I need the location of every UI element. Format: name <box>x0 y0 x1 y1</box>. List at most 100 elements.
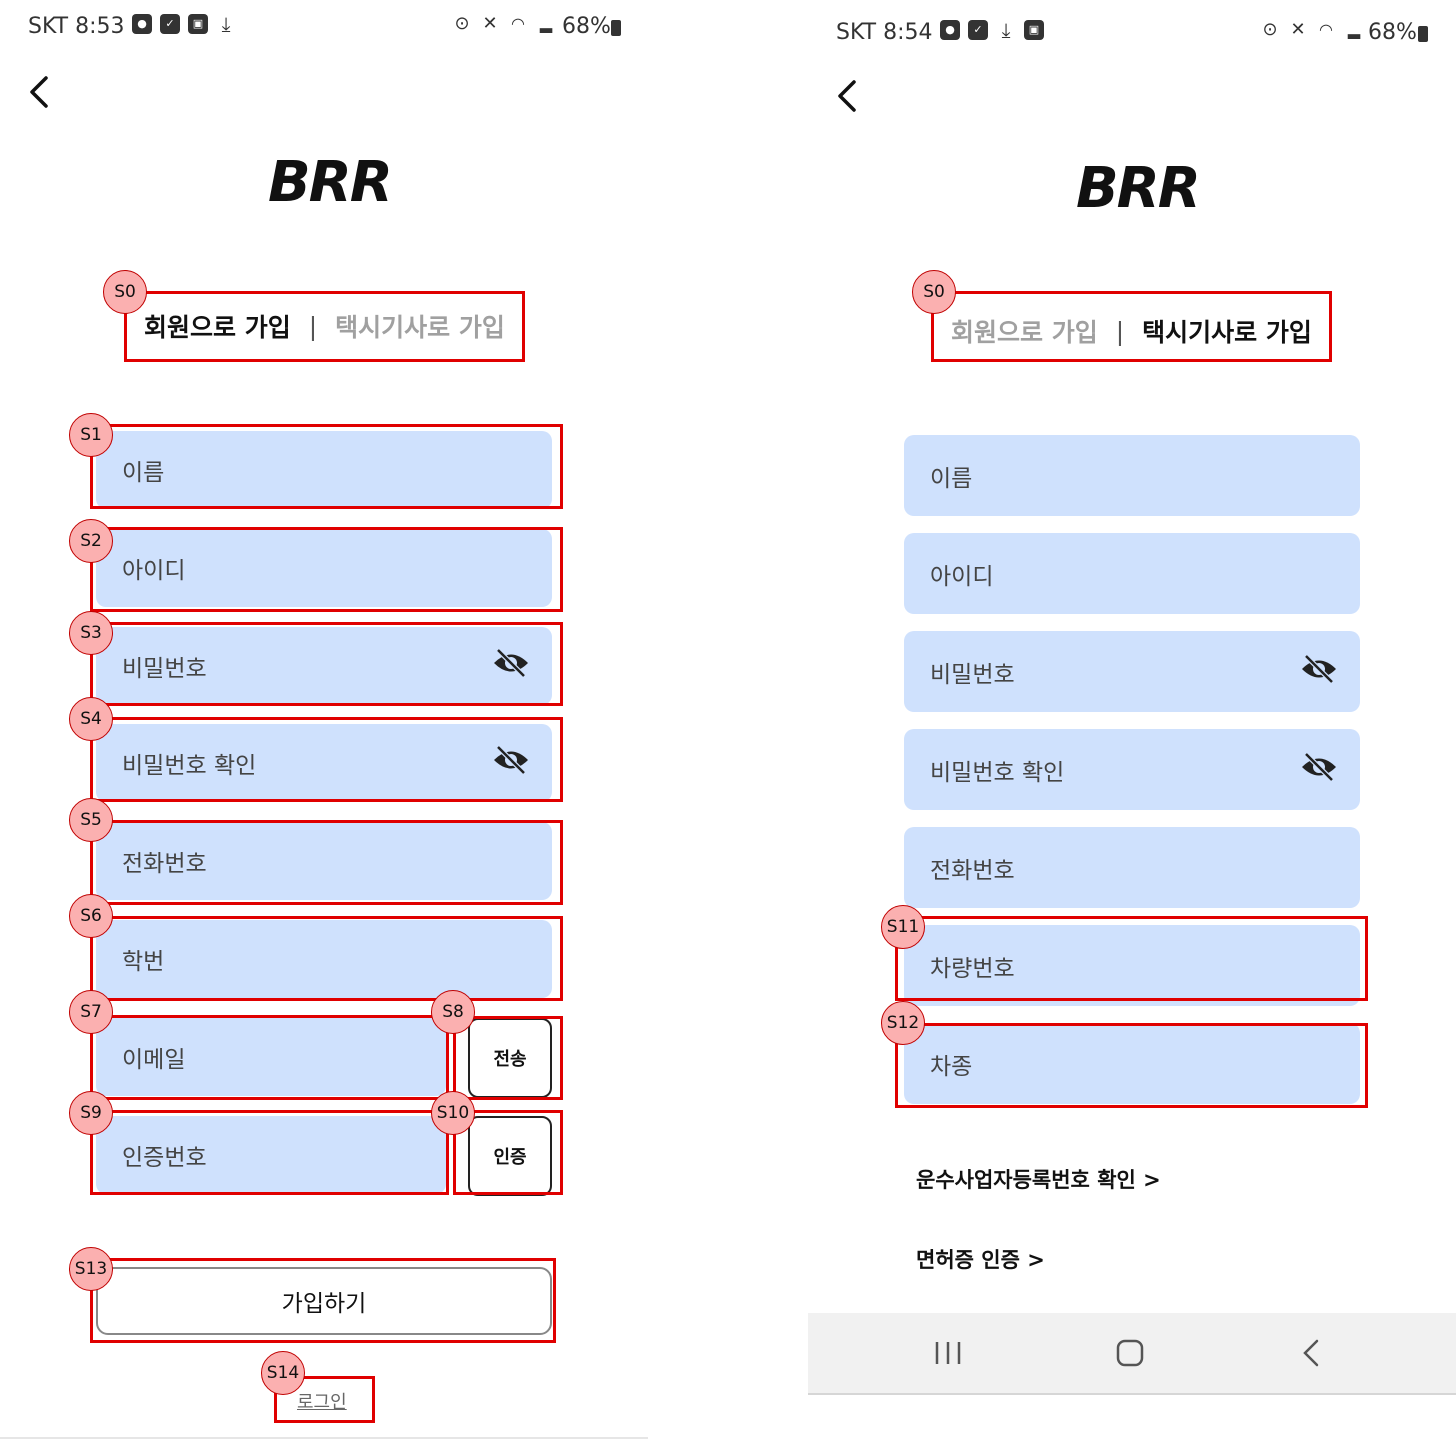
signup-type-tabs: 회원으로 가입 | 택시기사로 가입 <box>144 308 505 344</box>
annotation-badge: S11 <box>881 905 925 949</box>
back-button[interactable] <box>830 76 870 120</box>
password-field[interactable]: 비밀번호 <box>96 627 552 705</box>
student-id-field[interactable]: 학번 <box>96 920 552 998</box>
tab-member-signup[interactable]: 회원으로 가입 <box>144 308 291 344</box>
license-verification-link[interactable]: 면허증 인증 > <box>916 1244 1045 1274</box>
signal-icon: ▂ <box>539 14 553 33</box>
annotation-badge: S10 <box>431 1091 475 1135</box>
annotation-badge: S8 <box>431 990 475 1034</box>
phone-field[interactable]: 전화번호 <box>96 822 552 900</box>
name-field[interactable]: 이름 <box>904 435 1360 516</box>
recent-apps-button[interactable] <box>928 1333 968 1373</box>
id-placeholder: 아이디 <box>122 558 186 584</box>
back-button[interactable] <box>22 72 62 116</box>
password-confirm-field[interactable]: 비밀번호 확인 <box>96 724 552 802</box>
eye-off-icon[interactable] <box>1300 653 1338 690</box>
name-field[interactable]: 이름 <box>96 431 552 509</box>
system-icons: ⊙ ✕ ◠ ▂ <box>1260 20 1364 40</box>
annotation-badge: S14 <box>261 1351 305 1395</box>
gallery-icon: ▣ <box>1024 20 1044 40</box>
mute-icon: ✕ <box>482 13 498 34</box>
id-placeholder: 아이디 <box>930 563 994 590</box>
annotation-badge: S12 <box>881 1001 925 1045</box>
tab-driver-signup[interactable]: 택시기사로 가입 <box>1142 313 1312 349</box>
eye-off-icon[interactable] <box>1300 751 1338 788</box>
signup-type-tabs: 회원으로 가입 | 택시기사로 가입 <box>951 313 1312 349</box>
tab-member-signup[interactable]: 회원으로 가입 <box>951 313 1098 349</box>
download-icon: ⤓ <box>1001 18 1011 42</box>
wifi-icon: ◠ <box>511 14 525 33</box>
download-icon: ⤓ <box>221 12 231 36</box>
student-id-placeholder: 학번 <box>122 949 165 975</box>
checkbox-icon: ✓ <box>968 20 988 40</box>
password-confirm-placeholder: 비밀번호 확인 <box>122 753 257 779</box>
name-placeholder: 이름 <box>122 460 165 486</box>
chevron-left-icon <box>838 80 856 112</box>
system-icons: ⊙ ✕ ◠ ▂ <box>452 14 556 34</box>
email-field[interactable]: 이메일 <box>96 1018 446 1096</box>
annotation-badge: S2 <box>69 519 113 563</box>
auth-code-placeholder: 인증번호 <box>122 1145 207 1171</box>
nav-back-button[interactable] <box>1292 1333 1332 1373</box>
talk-icon: ● <box>132 14 152 34</box>
car-type-placeholder: 차종 <box>930 1053 973 1080</box>
status-bar: SKT 8:54 ● ✓ ⤓ ▣ ⊙ ✕ ◠ ▂ 68% <box>808 6 1456 46</box>
password-confirm-placeholder: 비밀번호 확인 <box>930 759 1065 786</box>
home-button[interactable] <box>1110 1333 1150 1373</box>
lock-icon: ⊙ <box>1262 19 1278 40</box>
phone-placeholder: 전화번호 <box>930 857 1015 884</box>
tab-separator: | <box>308 311 318 341</box>
recent-apps-icon <box>935 1342 961 1364</box>
notification-icons: ● ✓ ⤓ ▣ <box>940 20 1044 40</box>
brand-logo: BRR <box>268 150 393 215</box>
status-carrier-time: SKT 8:53 <box>28 14 125 39</box>
tab-separator: | <box>1115 316 1125 346</box>
status-bar: SKT 8:53 ● ✓ ▣ ⤓ ⊙ ✕ ◠ ▂ 68% <box>0 0 648 40</box>
signup-screen-driver: SKT 8:54 ● ✓ ⤓ ▣ ⊙ ✕ ◠ ▂ 68% BRR 회원으로 가입… <box>808 0 1456 1439</box>
status-carrier-time: SKT 8:54 <box>836 20 933 45</box>
android-nav-bar <box>808 1313 1456 1395</box>
signup-button[interactable]: 가입하기 <box>96 1267 552 1335</box>
verify-button[interactable]: 인증 <box>468 1116 552 1196</box>
password-placeholder: 비밀번호 <box>930 661 1015 688</box>
checkbox-icon: ✓ <box>160 14 180 34</box>
annotation-badge: S1 <box>69 413 113 457</box>
chevron-left-icon <box>30 76 48 108</box>
id-field[interactable]: 아이디 <box>96 529 552 607</box>
wifi-icon: ◠ <box>1319 20 1333 39</box>
id-field[interactable]: 아이디 <box>904 533 1360 614</box>
signup-screen-member: SKT 8:53 ● ✓ ▣ ⤓ ⊙ ✕ ◠ ▂ 68% BRR 회원으로 가입… <box>0 0 648 1439</box>
phone-placeholder: 전화번호 <box>122 851 207 877</box>
email-placeholder: 이메일 <box>122 1047 186 1073</box>
annotation-badge: S0 <box>912 270 956 314</box>
mute-icon: ✕ <box>1290 19 1306 40</box>
signal-icon: ▂ <box>1347 20 1361 39</box>
business-registration-link[interactable]: 운수사업자등록번호 확인 > <box>916 1164 1161 1194</box>
car-type-field[interactable]: 차종 <box>904 1023 1360 1104</box>
password-field[interactable]: 비밀번호 <box>904 631 1360 712</box>
car-number-field[interactable]: 차량번호 <box>904 925 1360 1006</box>
send-button[interactable]: 전송 <box>468 1018 552 1098</box>
annotation-badge: S3 <box>69 611 113 655</box>
notification-icons: ● ✓ ▣ ⤓ <box>132 14 236 34</box>
login-link[interactable]: 로그인 <box>297 1388 347 1414</box>
gallery-icon: ▣ <box>188 14 208 34</box>
tab-driver-signup[interactable]: 택시기사로 가입 <box>335 308 505 344</box>
annotation-badge: S9 <box>69 1091 113 1135</box>
annotation-badge: S4 <box>69 697 113 741</box>
car-number-placeholder: 차량번호 <box>930 955 1015 982</box>
battery-text: 68% <box>1368 20 1417 45</box>
annotation-badge: S7 <box>69 990 113 1034</box>
battery-icon <box>611 20 621 36</box>
eye-off-icon[interactable] <box>492 648 530 684</box>
battery-icon <box>1418 26 1428 42</box>
talk-icon: ● <box>940 20 960 40</box>
annotation-badge: S5 <box>69 798 113 842</box>
auth-code-field[interactable]: 인증번호 <box>96 1116 446 1194</box>
brand-logo: BRR <box>1076 156 1201 221</box>
annotation-badge: S13 <box>69 1247 113 1291</box>
password-confirm-field[interactable]: 비밀번호 확인 <box>904 729 1360 810</box>
back-arrow-icon <box>1303 1339 1319 1367</box>
eye-off-icon[interactable] <box>492 745 530 781</box>
phone-field[interactable]: 전화번호 <box>904 827 1360 908</box>
